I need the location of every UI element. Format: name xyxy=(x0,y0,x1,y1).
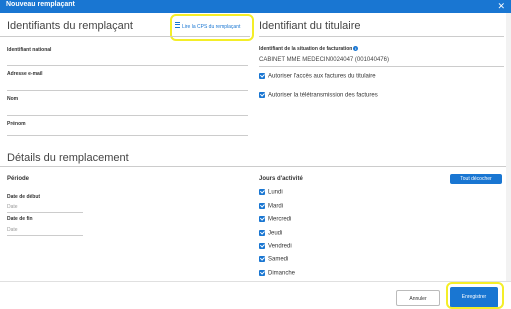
checkbox-checked-icon[interactable] xyxy=(259,203,265,209)
jours-activite-title: Jours d'activité xyxy=(259,176,303,182)
scrollbar[interactable] xyxy=(506,13,511,281)
facturation-underline xyxy=(259,66,504,67)
day-label: Samedi xyxy=(268,256,289,263)
checkbox-checked-icon[interactable] xyxy=(259,270,265,276)
checkbox-label: Autoriser l'accès aux factures du titula… xyxy=(268,73,376,80)
periode-title: Période xyxy=(7,176,30,182)
prenom-input[interactable] xyxy=(7,124,248,136)
day-label: Mercredi xyxy=(268,216,292,223)
checkbox-checked-icon[interactable] xyxy=(259,92,265,98)
details-section-title: Détails du remplacement xyxy=(7,152,129,164)
dialog-titlebar: Nouveau remplaçant ✕ xyxy=(0,0,511,13)
day-label: Jeudi xyxy=(268,230,283,237)
adresse-email-input[interactable] xyxy=(7,79,248,91)
identifiant-national-label: Identifiant national xyxy=(7,47,52,53)
nom-label: Nom xyxy=(7,96,19,102)
day-label: Mardi xyxy=(268,203,284,210)
info-icon[interactable]: i xyxy=(353,46,359,52)
dialog-title: Nouveau remplaçant xyxy=(6,1,75,8)
day-checkbox-samedi[interactable]: Samedi xyxy=(259,256,288,263)
left-header-divider xyxy=(0,36,250,37)
date-fin-label: Date de fin xyxy=(7,216,33,222)
date-debut-input[interactable] xyxy=(7,201,83,213)
checkbox-checked-icon[interactable] xyxy=(259,216,265,222)
checkbox-acces-factures[interactable]: Autoriser l'accès aux factures du titula… xyxy=(259,73,376,80)
checkbox-checked-icon[interactable] xyxy=(259,256,265,262)
day-label: Lundi xyxy=(268,189,283,196)
day-label: Vendredi xyxy=(268,243,292,250)
day-checkbox-jeudi[interactable]: Jeudi xyxy=(259,230,282,237)
adresse-email-label: Adresse e-mail xyxy=(7,71,43,77)
day-label: Dimanche xyxy=(268,270,296,277)
close-icon[interactable]: ✕ xyxy=(497,0,505,12)
checkbox-checked-icon[interactable] xyxy=(259,189,265,195)
date-debut-label: Date de début xyxy=(7,194,41,200)
facturation-value: CABINET MME MEDECIN0024047 (001040476) xyxy=(259,57,389,63)
highlight-save xyxy=(446,282,504,309)
date-fin-input[interactable] xyxy=(7,224,83,236)
right-section-title: Identifiant du titulaire xyxy=(259,20,361,32)
checkbox-checked-icon[interactable] xyxy=(259,73,265,79)
day-checkbox-mardi[interactable]: Mardi xyxy=(259,203,283,210)
nom-input[interactable] xyxy=(7,104,248,116)
left-section-title: Identifiants du remplaçant xyxy=(7,20,133,32)
checkbox-checked-icon[interactable] xyxy=(259,230,265,236)
checkbox-teletransmission[interactable]: Autoriser la télétransmission des factur… xyxy=(259,92,378,99)
identifiant-national-input[interactable] xyxy=(7,54,248,66)
tout-decocher-button[interactable]: Tout décocher xyxy=(450,174,502,184)
facturation-label-text: Identifiant de la situation de facturati… xyxy=(259,46,353,52)
checkbox-checked-icon[interactable] xyxy=(259,243,265,249)
day-checkbox-lundi[interactable]: Lundi xyxy=(259,189,283,196)
facturation-label: Identifiant de la situation de facturati… xyxy=(259,46,359,52)
details-divider xyxy=(0,166,506,167)
day-checkbox-vendredi[interactable]: Vendredi xyxy=(259,243,292,250)
day-checkbox-dimanche[interactable]: Dimanche xyxy=(259,270,295,277)
footer-divider xyxy=(0,281,511,282)
right-header-divider xyxy=(259,36,504,37)
day-checkbox-mercredi[interactable]: Mercredi xyxy=(259,216,291,223)
checkbox-label: Autoriser la télétransmission des factur… xyxy=(268,92,378,99)
cancel-button[interactable]: Annuler xyxy=(396,290,440,306)
